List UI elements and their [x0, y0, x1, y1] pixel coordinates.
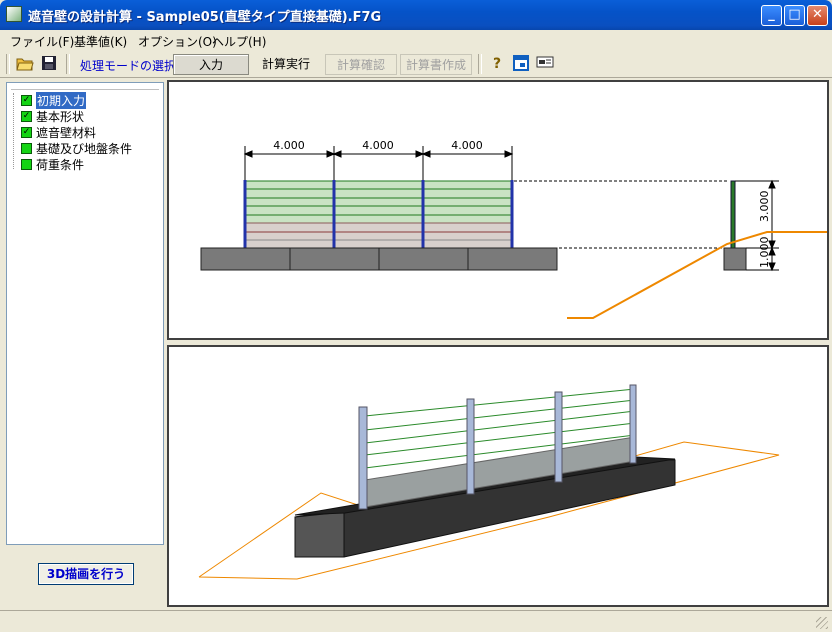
- toolbar-grip: [6, 54, 10, 74]
- span-dimension-3: 4.000: [451, 139, 483, 152]
- open-folder-icon[interactable]: [16, 55, 34, 73]
- mode-report-button[interactable]: 計算書作成: [400, 54, 472, 75]
- minimize-button[interactable]: _: [761, 5, 782, 26]
- section-wall: [730, 180, 736, 249]
- tree-item-label: 基礎及び地盤条件: [36, 141, 133, 156]
- perspective-3d-drawing: [198, 384, 780, 580]
- title-bar: 遮音壁の設計計算 - Sample05(直壁タイプ直接基礎).F7G _ □ ✕: [0, 0, 832, 30]
- section-footing: [723, 247, 747, 271]
- resize-grip-icon[interactable]: [816, 617, 828, 629]
- toolbar-separator: [66, 54, 70, 74]
- toolbar-separator: [478, 54, 482, 74]
- footing-blocks: [200, 247, 558, 271]
- tree-item-label: 荷重条件: [36, 157, 85, 172]
- window-title: 遮音壁の設計計算 - Sample05(直壁タイプ直接基礎).F7G: [28, 10, 382, 25]
- check-icon: ✓: [21, 110, 32, 122]
- status-square-icon: [21, 158, 32, 170]
- status-bar: [0, 610, 832, 632]
- tree-item-foundation-ground[interactable]: 基礎及び地盤条件: [21, 140, 132, 156]
- mode-input-button[interactable]: 入力: [173, 54, 249, 75]
- input-tree-panel: ✓ 初期入力 ✓ 基本形状 ✓ 遮音壁材料 基礎及び地盤条件 荷重条件: [6, 82, 164, 545]
- maximize-button[interactable]: □: [784, 5, 805, 26]
- span-dimension-2: 4.000: [362, 139, 394, 152]
- toolbar: 処理モードの選択 入力 計算実行 計算確認 計算書作成 ?: [0, 51, 832, 78]
- mode-calc-run-button[interactable]: 計算実行: [251, 54, 321, 75]
- draw-3d-button[interactable]: 3D描画を行う: [38, 563, 134, 585]
- app-icon[interactable]: [6, 6, 22, 22]
- wall-height-dimension: 3.000: [758, 191, 771, 223]
- check-icon: ✓: [21, 126, 32, 138]
- menu-options[interactable]: オプション(O): [138, 33, 217, 50]
- tree-item-label: 基本形状: [36, 109, 85, 124]
- ground-line: [567, 231, 827, 319]
- mode-select-label: 処理モードの選択: [80, 59, 177, 73]
- drawing-2d-view[interactable]: 4.000 4.000 4.000 3.000 1.000: [167, 80, 829, 340]
- menu-bar: ファイル(F) 基準値(K) オプション(O) ヘルプ(H): [0, 30, 832, 50]
- menu-file[interactable]: ファイル(F): [10, 33, 74, 50]
- help-icon[interactable]: ?: [488, 55, 506, 73]
- tree-item-label: 初期入力: [36, 91, 87, 109]
- tree-item-initial-input[interactable]: ✓ 初期入力: [21, 91, 87, 109]
- save-icon[interactable]: [40, 55, 58, 73]
- status-square-icon: [21, 142, 32, 154]
- menu-standard-values[interactable]: 基準値(K): [74, 33, 127, 50]
- wall-panels: [243, 180, 514, 249]
- close-button[interactable]: ✕: [807, 5, 828, 26]
- drawing-3d-view[interactable]: [167, 345, 829, 607]
- tree-item-load-conditions[interactable]: 荷重条件: [21, 156, 84, 172]
- menu-help[interactable]: ヘルプ(H): [212, 33, 266, 50]
- window-view-icon[interactable]: [512, 55, 530, 73]
- tree-item-basic-shape[interactable]: ✓ 基本形状: [21, 108, 84, 124]
- card-icon[interactable]: [536, 55, 554, 73]
- check-icon: ✓: [21, 94, 32, 106]
- footing-height-dimension: 1.000: [758, 237, 771, 269]
- mode-calc-check-button[interactable]: 計算確認: [325, 54, 397, 75]
- tree-item-wall-material[interactable]: ✓ 遮音壁材料: [21, 124, 96, 140]
- span-dimension-1: 4.000: [273, 139, 305, 152]
- elevation-drawing: 4.000 4.000 4.000 3.000 1.000: [200, 139, 827, 319]
- tree-item-label: 遮音壁材料: [36, 125, 97, 140]
